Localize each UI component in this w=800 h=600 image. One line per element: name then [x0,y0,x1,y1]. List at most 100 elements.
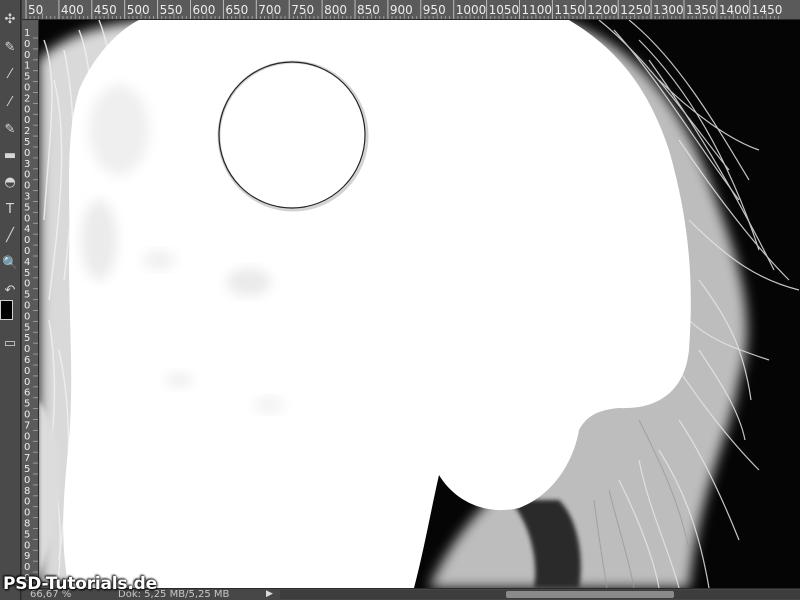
v-ruler-label: 0 [24,311,30,322]
v-ruler-label: 9 [24,551,30,562]
gradient-tool-icon[interactable]: ▬ [2,148,18,164]
h-ruler-label: 900 [390,3,413,17]
horizontal-ruler-ticks: 50 400 450 500 550 600 650 700 750 800 850 900 950 10… [25,0,783,19]
v-ruler-label: 8 [24,486,30,497]
v-ruler-label: 4 [24,224,30,235]
h-ruler-label: 600 [193,3,216,17]
v-ruler-label: 5 [24,529,30,540]
v-ruler-label: 5 [24,268,30,279]
v-ruler-label: 0 [24,104,30,115]
v-ruler-label: 0 [24,170,30,181]
move-tool-icon[interactable]: ✣ [2,12,18,28]
v-ruler-label: 1 [24,28,30,39]
v-ruler-label: 0 [24,344,30,355]
zoom-tool-icon[interactable]: 🔍 [2,256,18,272]
document-canvas[interactable] [39,20,800,588]
v-ruler-label: 5 [24,137,30,148]
tools-panel: ✣ ✎ ⁄ ⁄ ✎ ▬ ◓ T ╱ 🔍 ↶ ▭ [0,0,21,600]
horizontal-scrollbar[interactable] [280,590,800,599]
h-ruler-label: 1000 [456,3,487,17]
v-ruler-label: 0 [24,83,30,94]
v-ruler-label: 0 [24,246,30,257]
v-ruler-label: 0 [24,279,30,290]
h-ruler-label: 850 [357,3,380,17]
v-ruler-label: 1 [24,61,30,72]
v-ruler-label: 0 [24,562,30,573]
mask-smudge [81,200,117,280]
mask-smudge [227,268,271,296]
v-ruler-label: 0 [24,301,30,312]
h-ruler-label: 450 [94,3,117,17]
v-ruler-label: 0 [24,475,30,486]
v-ruler-label: 6 [24,388,30,399]
h-ruler-label: 700 [258,3,281,17]
v-ruler-label: 3 [24,192,30,203]
v-ruler-label: 0 [24,39,30,50]
v-ruler-label: 0 [24,366,30,377]
mask-smudge [89,85,149,175]
v-ruler-label: 7 [24,453,30,464]
smudge-tool-icon[interactable]: ◓ [2,175,18,191]
h-ruler-label: 1400 [719,3,750,17]
v-ruler-label: 5 [24,290,30,301]
v-ruler-label: 0 [24,431,30,442]
vertical-ruler[interactable]: 1001502002503003504004505005506006507007… [22,20,39,588]
layer-mask-image [39,20,800,588]
foreground-color-swatch[interactable] [0,300,13,320]
h-ruler-label: 1450 [752,3,783,17]
h-ruler-label: 750 [291,3,314,17]
v-ruler-label: 0 [24,50,30,61]
h-ruler-label: 1100 [522,3,553,17]
v-ruler-label: 0 [24,442,30,453]
eyedropper-tool-icon[interactable]: ⁄ [2,67,18,83]
v-ruler-label: 0 [24,235,30,246]
h-ruler-label: 650 [225,3,248,17]
text-tool-icon[interactable]: T [2,202,18,218]
h-ruler-label: 950 [423,3,446,17]
vertical-ruler-ticks: 1001502002503003504004505005506006507007… [24,28,38,588]
v-ruler-label: 4 [24,257,30,268]
v-ruler-label: 6 [24,355,30,366]
v-ruler-label: 0 [24,508,30,519]
v-ruler-label: 5 [24,202,30,213]
v-ruler-label: 0 [24,410,30,421]
h-ruler-label: 1050 [489,3,520,17]
status-menu-arrow-icon[interactable]: ▶ [266,589,273,600]
selection-brush-tool-icon[interactable]: ⁄ [2,95,18,111]
h-ruler-label: 400 [61,3,84,17]
v-ruler-label: 5 [24,322,30,333]
v-ruler-label: 0 [24,115,30,126]
v-ruler-label: 0 [24,377,30,388]
h-ruler-label: 500 [127,3,150,17]
h-ruler-label: 50 [28,3,43,17]
h-ruler-label: 1250 [620,3,651,17]
h-ruler-label: 550 [160,3,183,17]
screen-mode-icon[interactable]: ▭ [2,336,18,352]
horizontal-ruler[interactable]: 50 400 450 500 550 600 650 700 750 800 850 900 950 10… [22,0,800,20]
mask-smudge [165,372,193,388]
v-ruler-label: 5 [24,399,30,410]
mask-smudge [253,397,285,413]
v-ruler-label: 0 [24,181,30,192]
v-ruler-label: 5 [24,72,30,83]
v-ruler-label: 0 [24,148,30,159]
horizontal-scrollbar-thumb[interactable] [506,591,674,598]
v-ruler-label: 0 [24,213,30,224]
brush-tool-icon[interactable]: ✎ [2,40,18,56]
v-ruler-label: 5 [24,464,30,475]
v-ruler-label: 0 [24,540,30,551]
line-tool-icon[interactable]: ╱ [2,228,18,244]
mixer-brush-tool-icon[interactable]: ✎ [2,122,18,138]
h-ruler-label: 1150 [554,3,585,17]
v-ruler-label: 3 [24,159,30,170]
v-ruler-label: 7 [24,420,30,431]
v-ruler-label: 2 [24,126,30,137]
watermark: PSD-Tutorials.de [3,574,157,594]
h-ruler-label: 800 [324,3,347,17]
h-ruler-label: 1200 [587,3,618,17]
v-ruler-label: 8 [24,519,30,530]
v-ruler-label: 0 [24,497,30,508]
mask-smudge [143,250,175,270]
h-ruler-label: 1300 [653,3,684,17]
swap-colors-icon[interactable]: ↶ [2,283,18,299]
